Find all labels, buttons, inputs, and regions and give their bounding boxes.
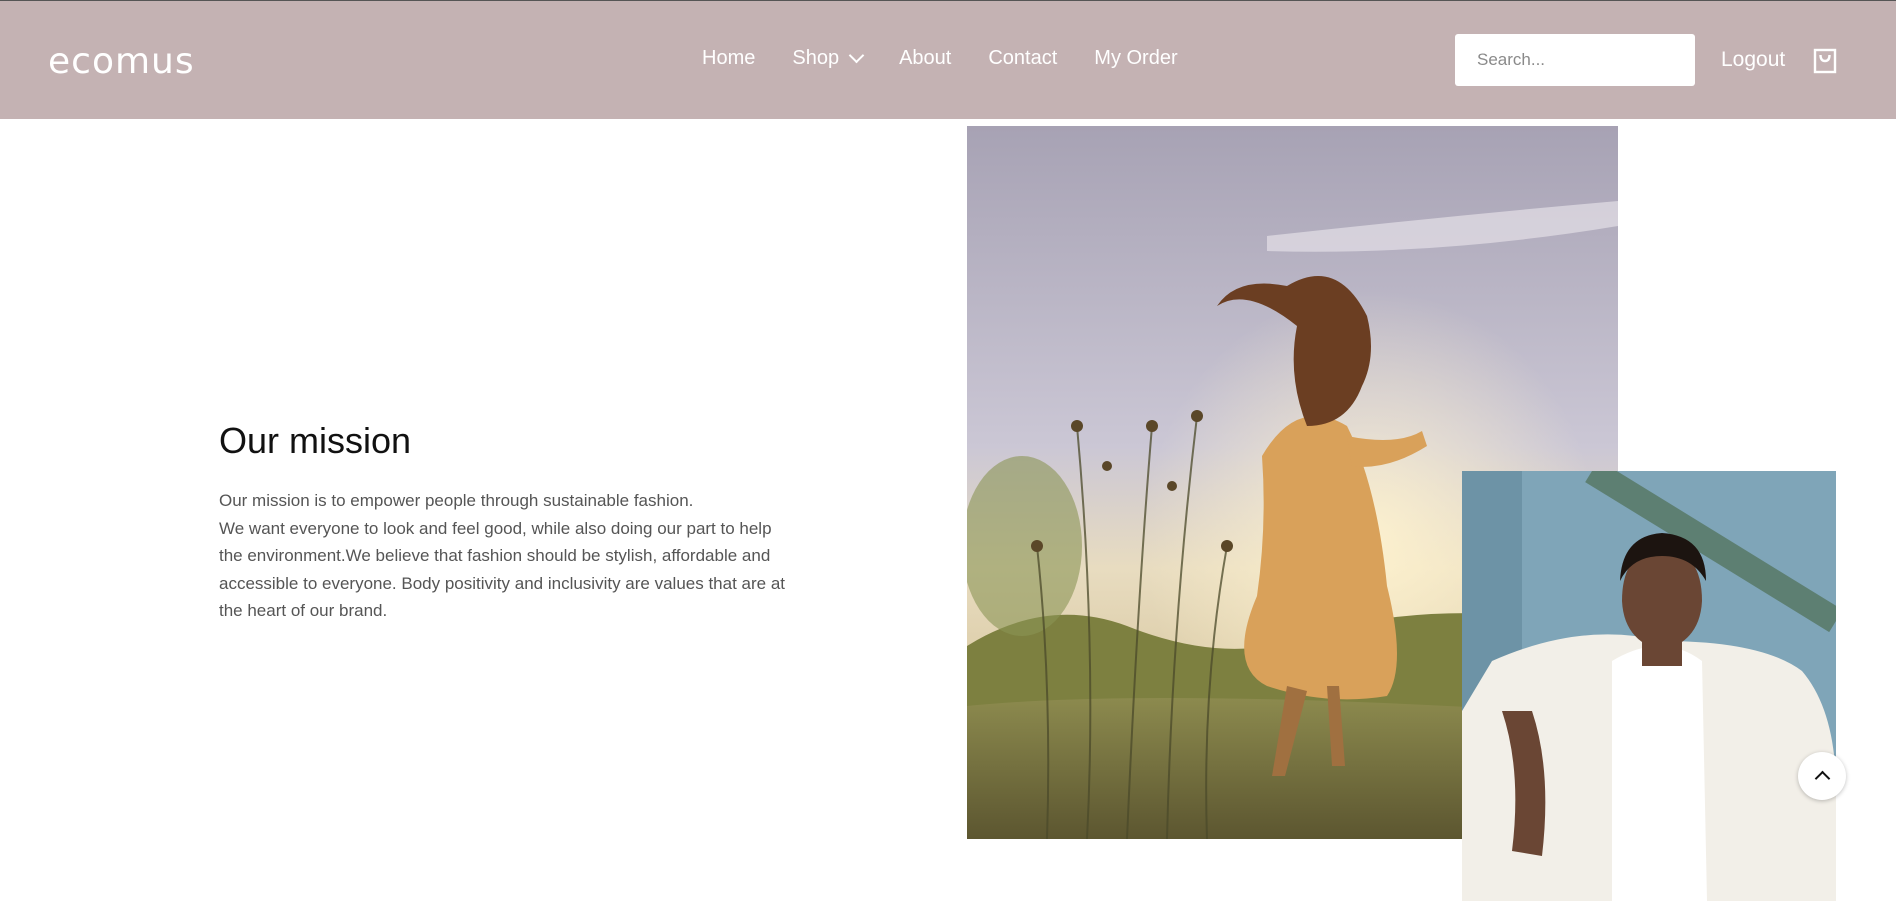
nav-home-label: Home [702,47,756,69]
nav-about-label: About [899,47,952,69]
shopping-bag-icon[interactable] [1813,48,1837,74]
scroll-to-top-button[interactable] [1798,752,1846,800]
site-logo[interactable]: ecomus [48,39,195,83]
mission-text: Our mission is to empower people through… [219,491,786,620]
logout-link[interactable]: Logout [1721,48,1785,72]
nav-contact-label: Contact [988,47,1058,69]
chevron-up-icon [1814,770,1830,787]
main-nav: Home Shop About Contact My Order [702,47,1215,70]
search-input[interactable] [1455,34,1695,86]
nav-home[interactable]: Home [702,47,755,70]
mission-title: Our mission [219,420,412,461]
chevron-down-icon [848,47,865,64]
nav-contact[interactable]: Contact [988,47,1057,70]
site-header: ecomus Home Shop About Contact My Order … [0,0,1896,119]
nav-my-order-label: My Order [1094,47,1178,69]
nav-shop-label: Shop [792,47,840,69]
nav-about[interactable]: About [899,47,951,70]
man-portrait-photo [1462,471,1836,901]
nav-my-order[interactable]: My Order [1094,47,1177,70]
nav-shop[interactable]: Shop [792,47,865,70]
